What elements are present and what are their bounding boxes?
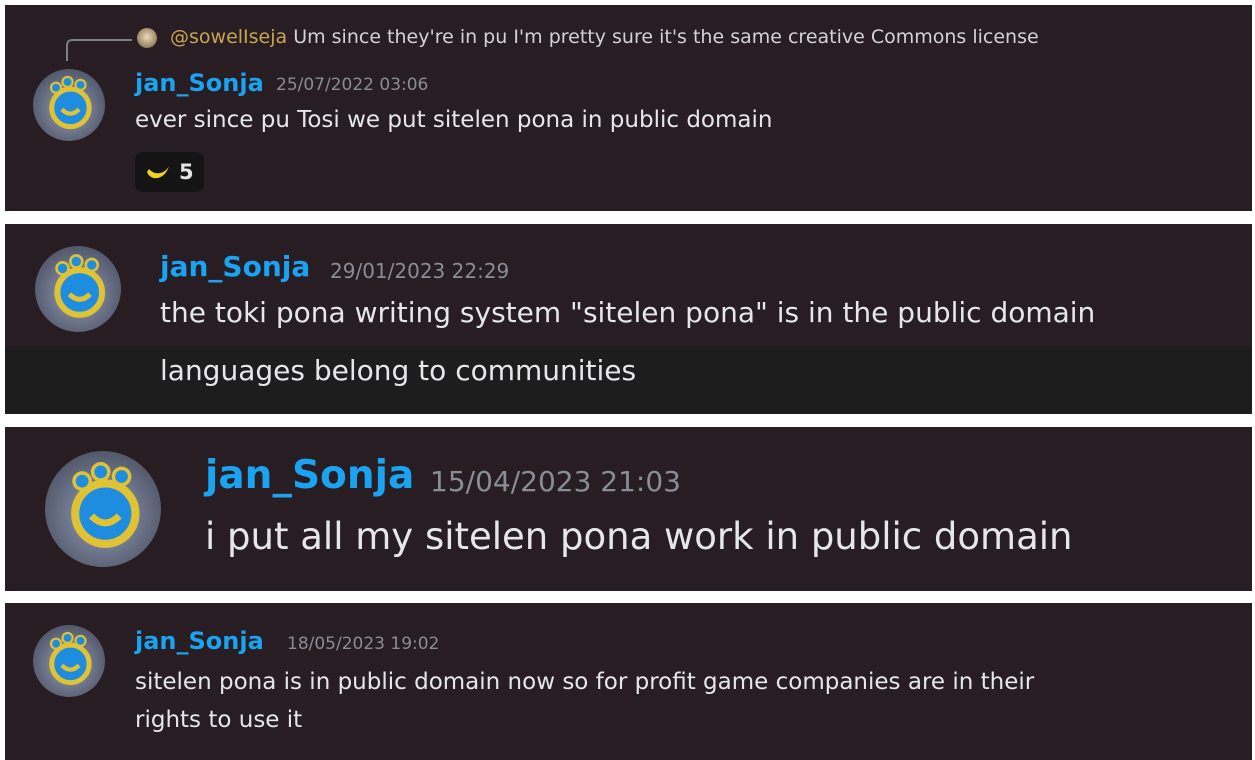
timestamp: 18/05/2023 19:02 [287, 634, 440, 654]
timestamp: 15/04/2023 21:03 [430, 465, 681, 498]
avatar-icon[interactable] [33, 69, 105, 141]
reply-text: Um since they're in pu I'm pretty sure i… [287, 26, 1039, 48]
username[interactable]: jan_Sonja [135, 69, 264, 97]
message-text: the toki pona writing system "sitelen po… [160, 296, 1096, 329]
message-text: sitelen pona is in public domain now so … [135, 669, 1035, 695]
message-group-2: jan_Sonja 29/01/2023 22:29 the toki pona… [5, 224, 1252, 414]
username[interactable]: jan_Sonja [135, 627, 264, 655]
message-group-1: @sowelIseja Um since they're in pu I'm p… [5, 5, 1252, 211]
message-text: ever since pu Tosi we put sitelen pona i… [135, 107, 773, 133]
reply-mention[interactable]: @sowelIseja [170, 26, 287, 48]
message-group-4: jan_Sonja 18/05/2023 19:02 sitelen pona … [5, 603, 1252, 760]
timestamp: 25/07/2022 03:06 [276, 75, 429, 95]
message-text: languages belong to communities [160, 354, 637, 387]
reaction-count: 5 [179, 160, 194, 184]
username[interactable]: jan_Sonja [205, 453, 414, 498]
message-group-3: jan_Sonja 15/04/2023 21:03 i put all my … [5, 427, 1252, 591]
avatar-icon[interactable] [35, 246, 121, 332]
avatar-icon[interactable] [45, 451, 161, 567]
message-text: i put all my sitelen pona work in public… [205, 515, 1073, 558]
reaction-button[interactable]: 5 [135, 152, 204, 192]
reply-preview[interactable]: @sowelIseja Um since they're in pu I'm p… [170, 26, 1039, 48]
reply-avatar-icon[interactable] [137, 28, 157, 48]
message-text: rights to use it [135, 707, 303, 733]
banana-emoji-icon [147, 166, 169, 179]
username[interactable]: jan_Sonja [160, 250, 310, 283]
reply-connector [66, 39, 132, 61]
avatar-icon[interactable] [33, 625, 105, 697]
timestamp: 29/01/2023 22:29 [330, 259, 510, 283]
